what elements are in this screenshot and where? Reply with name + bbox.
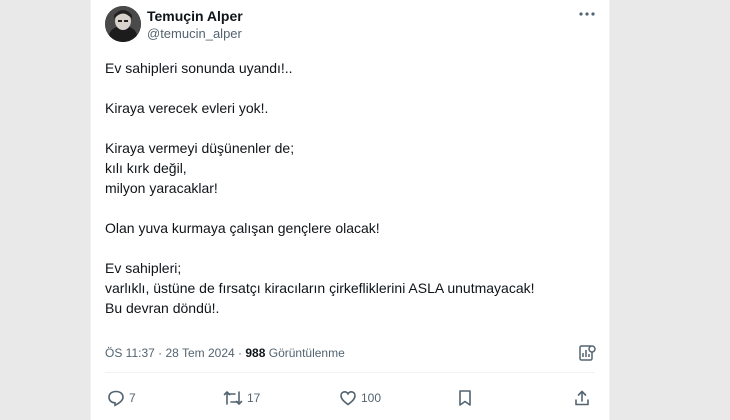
meta-separator: · <box>158 346 163 360</box>
author-name[interactable]: Temuçin Alper <box>147 8 243 24</box>
tweet-paragraph: Ev sahipleri; varlıklı, üstüne de fırsat… <box>105 260 535 316</box>
tweet-time[interactable]: ÖS 11:37 <box>105 346 155 360</box>
tweet-meta: ÖS 11:37 · 28 Tem 2024 · 988 Görüntülenm… <box>105 346 345 360</box>
repost-count: 17 <box>247 391 261 405</box>
more-icon[interactable] <box>575 4 599 24</box>
tweet-paragraph: Kiraya verecek evleri yok!. <box>105 100 269 116</box>
like-button[interactable]: 100 <box>339 388 381 408</box>
share-button[interactable] <box>573 388 591 408</box>
reply-button[interactable]: 7 <box>107 388 136 408</box>
bookmark-icon <box>457 389 473 407</box>
tweet-date[interactable]: 28 Tem 2024 <box>166 346 235 360</box>
bookmark-button[interactable] <box>457 388 473 408</box>
views-count: 988 <box>245 346 266 360</box>
reply-count: 7 <box>129 391 136 405</box>
repost-button[interactable]: 17 <box>223 388 260 408</box>
meta-separator: · <box>238 346 243 360</box>
views-label: Görüntülenme <box>268 346 345 360</box>
divider <box>105 372 595 373</box>
action-bar: 7 17 100 <box>105 388 595 408</box>
tweet-paragraph: Kiraya vermeyi düşünenler de; kılı kırk … <box>105 140 295 196</box>
analytics-icon[interactable] <box>577 343 597 363</box>
repost-icon <box>223 389 243 407</box>
tweet-paragraph: Olan yuva kurmaya çalışan gençlere olaca… <box>105 220 380 236</box>
tweet-paragraph: Ev sahipleri sonunda uyandı!.. <box>105 60 293 76</box>
tweet-card: Temuçin Alper @temucin_alper Ev sahipler… <box>90 0 610 420</box>
share-icon <box>573 389 591 407</box>
like-count: 100 <box>361 391 382 405</box>
reply-icon <box>107 389 125 407</box>
tweet-text: Ev sahipleri sonunda uyandı!.. Kiraya ve… <box>105 58 595 318</box>
author-handle[interactable]: @temucin_alper <box>147 26 242 41</box>
like-icon <box>339 389 357 407</box>
avatar[interactable] <box>105 6 141 42</box>
